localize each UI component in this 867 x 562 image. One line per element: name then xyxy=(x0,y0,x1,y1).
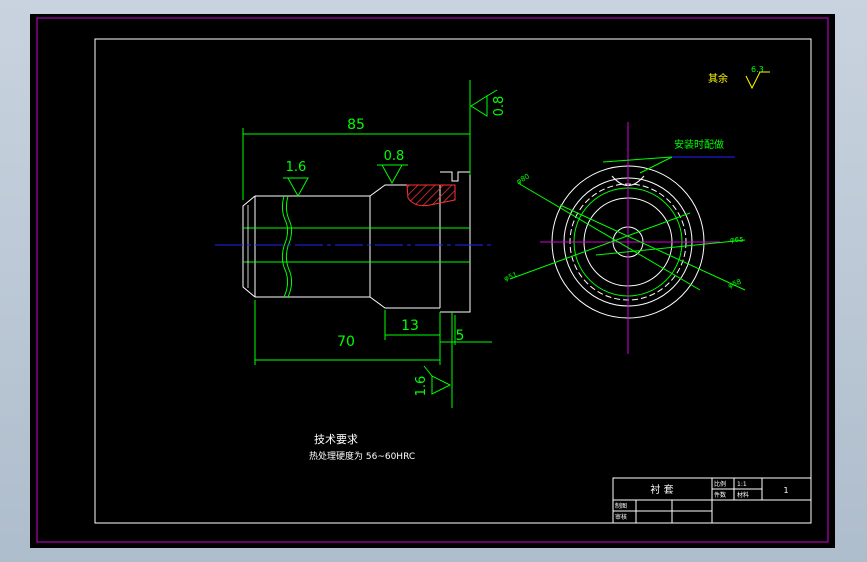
dia-65: φ65 xyxy=(730,236,744,244)
tb-label-material: 材料 xyxy=(737,491,749,499)
part-name: 衬 套 xyxy=(650,483,673,496)
dim-step-length: 13 xyxy=(401,318,419,334)
roughness-right-face: 0.8 xyxy=(492,96,507,117)
cad-drawing: 85 70 13 5 1.6 0.8 0.8 1.6 安装时配做 φ80 φ65… xyxy=(30,14,835,548)
dim-body-length: 70 xyxy=(337,334,355,350)
tech-title: 技术要求 xyxy=(314,433,358,446)
side-note: 安装时配做 xyxy=(674,138,724,151)
drawing-sheet xyxy=(30,14,835,548)
roughness-other-value: 6.3 xyxy=(751,65,764,74)
roughness-body: 1.6 xyxy=(286,160,307,175)
roughness-other-label: 其余 xyxy=(708,72,728,85)
tb-scale-value: 1:1 xyxy=(737,481,747,488)
roughness-flange-bottom: 1.6 xyxy=(414,376,429,397)
tb-label-checked: 审核 xyxy=(615,513,627,521)
tb-label-drawn: 制图 xyxy=(615,502,627,510)
dim-flange-width: 5 xyxy=(456,328,465,344)
tb-label-scale: 比例 xyxy=(714,480,726,488)
roughness-step: 0.8 xyxy=(384,149,405,164)
tech-text: 热处理硬度为 56~60HRC xyxy=(309,450,415,462)
tb-label-qty: 件数 xyxy=(714,491,726,499)
tb-qty-value: 1 xyxy=(783,486,788,495)
dim-overall-length: 85 xyxy=(347,117,365,133)
